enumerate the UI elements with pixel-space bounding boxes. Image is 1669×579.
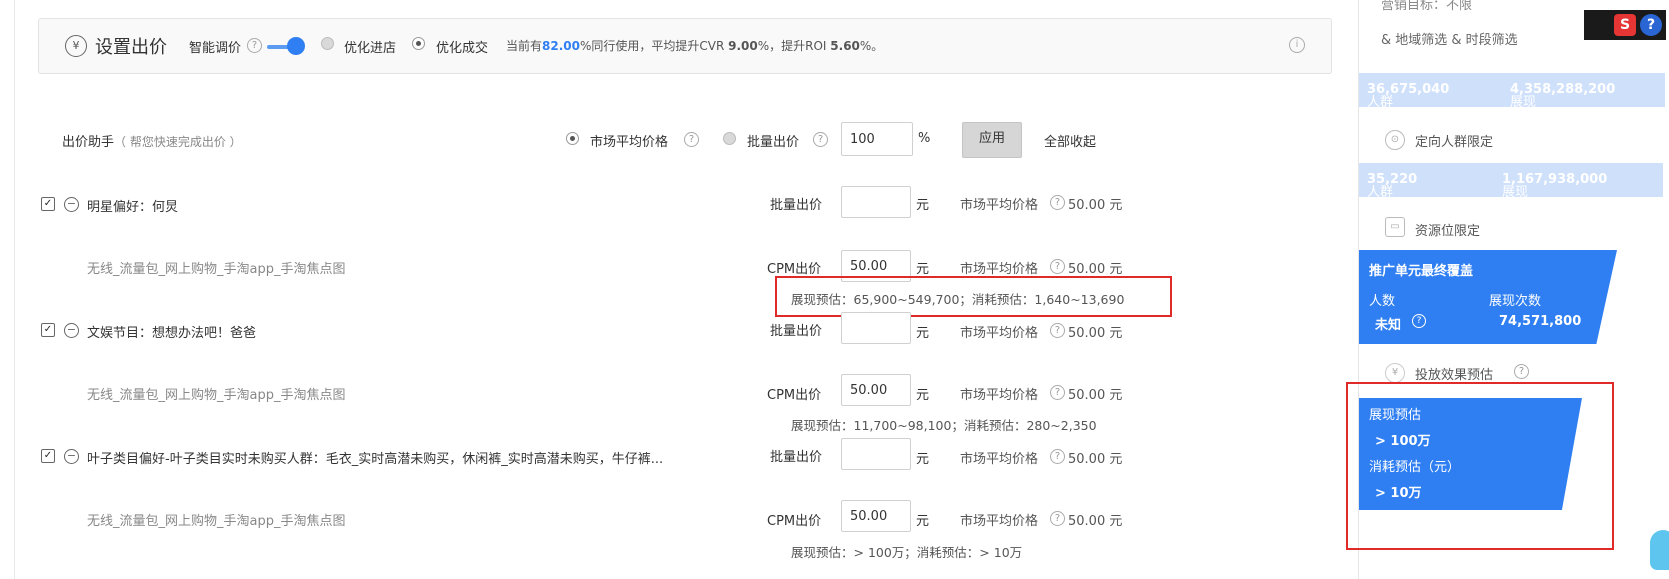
opt-visit-label: 优化进店 bbox=[344, 41, 397, 56]
info-icon[interactable]: i bbox=[1289, 37, 1305, 53]
batch-bid-label: 批量出价 bbox=[770, 450, 823, 465]
market-avg-label: 市场平均价格 bbox=[960, 514, 1039, 529]
bid-assistant-label: 出价助手（ 帮您快速完成出价 ） bbox=[62, 135, 242, 150]
resource-name: 无线_流量包_网上购物_手淘app_手淘焦点图 bbox=[87, 262, 346, 277]
help-icon[interactable]: ? bbox=[1050, 259, 1065, 274]
resource-label: 资源位限定 bbox=[1415, 224, 1481, 239]
resource-slot-icon: ▭ bbox=[1385, 217, 1405, 237]
help-icon[interactable]: ? bbox=[684, 132, 699, 147]
help-icon[interactable]: ? bbox=[1514, 364, 1529, 379]
coverage-title: 推广单元最终覆盖 bbox=[1369, 264, 1474, 279]
help-circle-icon[interactable]: ? bbox=[1640, 14, 1662, 36]
smart-price-label: 智能调价 bbox=[189, 41, 242, 56]
collapse-icon[interactable]: − bbox=[64, 449, 79, 464]
group-checkbox[interactable]: ✓ bbox=[41, 323, 55, 337]
help-icon[interactable]: ? bbox=[813, 132, 828, 147]
help-icon[interactable]: ? bbox=[1050, 323, 1065, 338]
cpm-bid-label: CPM出价 bbox=[767, 514, 822, 529]
resource-name: 无线_流量包_网上购物_手淘app_手淘焦点图 bbox=[87, 388, 346, 403]
market-avg-label: 市场平均价格 bbox=[960, 326, 1039, 341]
filter-summary: & 地域筛选 & 时段筛选 bbox=[1381, 33, 1518, 48]
coverage-card: 推广单元最终覆盖 人数 展现次数 未知 ? 74,571,800 bbox=[1359, 250, 1617, 344]
opt-visit-radio[interactable] bbox=[321, 37, 334, 50]
marketing-goal: 营销目标：不限 bbox=[1381, 0, 1473, 13]
bid-settings-panel: ¥ 设置出价 智能调价 ? 优化进店 优化成交 当前有82.00%同行使用，平均… bbox=[0, 0, 1358, 579]
people-value: 未知 bbox=[1375, 318, 1402, 333]
smart-price-toggle[interactable] bbox=[287, 37, 305, 55]
yuan-unit: 元 bbox=[916, 262, 930, 277]
collapse-icon[interactable]: − bbox=[64, 323, 79, 338]
market-avg-value: 50.00 元 bbox=[1068, 198, 1123, 213]
batch-bid-label: 批量出价 bbox=[770, 198, 823, 213]
yuan-refresh-icon: ¥ bbox=[65, 35, 87, 57]
collapse-all-link[interactable]: 全部收起 bbox=[1044, 131, 1096, 150]
yuan-unit: 元 bbox=[916, 388, 930, 403]
usage-stat: 当前有82.00%同行使用，平均提升CVR 9.00%，提升ROI 5.60%。 bbox=[506, 39, 884, 53]
opt-deal-label: 优化成交 bbox=[436, 41, 489, 56]
yuan-unit: 元 bbox=[916, 514, 930, 529]
opt-deal-radio[interactable] bbox=[412, 37, 425, 50]
estimate-text: 展现预估：11,700~98,100；消耗预估：280~2,350 bbox=[791, 418, 1097, 433]
shows-value: 74,571,800 bbox=[1499, 314, 1582, 329]
yuan-unit: 元 bbox=[916, 326, 930, 341]
mascot-icon[interactable] bbox=[1650, 530, 1669, 570]
group-batch-input[interactable] bbox=[841, 312, 911, 344]
help-icon[interactable]: ? bbox=[247, 38, 262, 53]
market-avg-label: 市场平均价格 bbox=[960, 198, 1039, 213]
yuan-unit: 元 bbox=[916, 198, 930, 213]
ime-toolbar[interactable]: S ? bbox=[1584, 10, 1666, 40]
batch-bid-input[interactable] bbox=[841, 122, 913, 156]
yuan-unit: 元 bbox=[916, 452, 930, 467]
yuan-effect-icon: ¥ bbox=[1385, 363, 1405, 383]
sogou-ime-icon[interactable]: S bbox=[1614, 14, 1636, 36]
shows-label: 展现次数 bbox=[1489, 294, 1542, 309]
highlight-box bbox=[775, 276, 1172, 317]
summary-sidebar: 营销目标：不限 & 地域筛选 & 时段筛选 人群 36,675,040 展现 4… bbox=[1346, 0, 1669, 579]
market-avg-label: 市场平均价格 bbox=[960, 262, 1039, 277]
batch-bid-label: 批量出价 bbox=[770, 324, 823, 339]
market-avg-value: 50.00 元 bbox=[1068, 326, 1123, 341]
group-name: 明星偏好：何炅 bbox=[87, 200, 179, 215]
panel-border bbox=[14, 0, 15, 579]
group-batch-input[interactable] bbox=[841, 438, 911, 470]
effect-label: 投放效果预估 bbox=[1415, 368, 1494, 383]
market-avg-value: 50.00 元 bbox=[1068, 452, 1123, 467]
cpm-bid-input[interactable] bbox=[841, 374, 911, 406]
page-title: 设置出价 bbox=[95, 37, 167, 58]
crowd-band-2: 人群 35,220 展现 1,167,938,000 bbox=[1359, 163, 1663, 197]
cpm-bid-input[interactable] bbox=[841, 500, 911, 532]
market-avg-value: 50.00 元 bbox=[1068, 514, 1123, 529]
apply-button[interactable]: 应用 bbox=[962, 122, 1022, 158]
help-icon[interactable]: ? bbox=[1412, 314, 1426, 328]
market-avg-radio[interactable] bbox=[566, 132, 579, 145]
help-icon[interactable]: ? bbox=[1050, 511, 1065, 526]
crowd-target-icon: ⊙ bbox=[1385, 130, 1405, 150]
bid-header: ¥ 设置出价 智能调价 ? 优化进店 优化成交 当前有82.00%同行使用，平均… bbox=[38, 18, 1332, 74]
batch-bid-label: 批量出价 bbox=[747, 135, 800, 150]
group-checkbox[interactable]: ✓ bbox=[41, 449, 55, 463]
estimate-text: 展现预估：> 100万；消耗预估：> 10万 bbox=[791, 545, 1023, 560]
batch-bid-radio[interactable] bbox=[723, 132, 736, 145]
help-icon[interactable]: ? bbox=[1050, 195, 1065, 210]
market-avg-label: 市场平均价格 bbox=[960, 452, 1039, 467]
targeting-label: 定向人群限定 bbox=[1415, 135, 1494, 150]
market-avg-label: 市场平均价格 bbox=[590, 135, 669, 150]
help-icon[interactable]: ? bbox=[1050, 385, 1065, 400]
people-label: 人数 bbox=[1369, 294, 1396, 309]
group-name: 叶子类目偏好-叶子类目实时未购买人群：毛衣_实时高潜未购买，休闲裤_实时高潜未购… bbox=[87, 452, 664, 467]
help-icon[interactable]: ? bbox=[1050, 449, 1065, 464]
highlight-box bbox=[1346, 382, 1614, 550]
group-batch-input[interactable] bbox=[841, 186, 911, 218]
resource-name: 无线_流量包_网上购物_手淘app_手淘焦点图 bbox=[87, 514, 346, 529]
cpm-bid-label: CPM出价 bbox=[767, 262, 822, 277]
market-avg-value: 50.00 元 bbox=[1068, 388, 1123, 403]
market-avg-label: 市场平均价格 bbox=[960, 388, 1039, 403]
group-name: 文娱节目：想想办法吧！爸爸 bbox=[87, 326, 257, 341]
percent-unit: % bbox=[918, 131, 931, 146]
crowd-band-1: 人群 36,675,040 展现 4,358,288,200 bbox=[1359, 73, 1665, 110]
market-avg-value: 50.00 元 bbox=[1068, 262, 1123, 277]
group-checkbox[interactable]: ✓ bbox=[41, 197, 55, 211]
collapse-icon[interactable]: − bbox=[64, 197, 79, 212]
cpm-bid-label: CPM出价 bbox=[767, 388, 822, 403]
